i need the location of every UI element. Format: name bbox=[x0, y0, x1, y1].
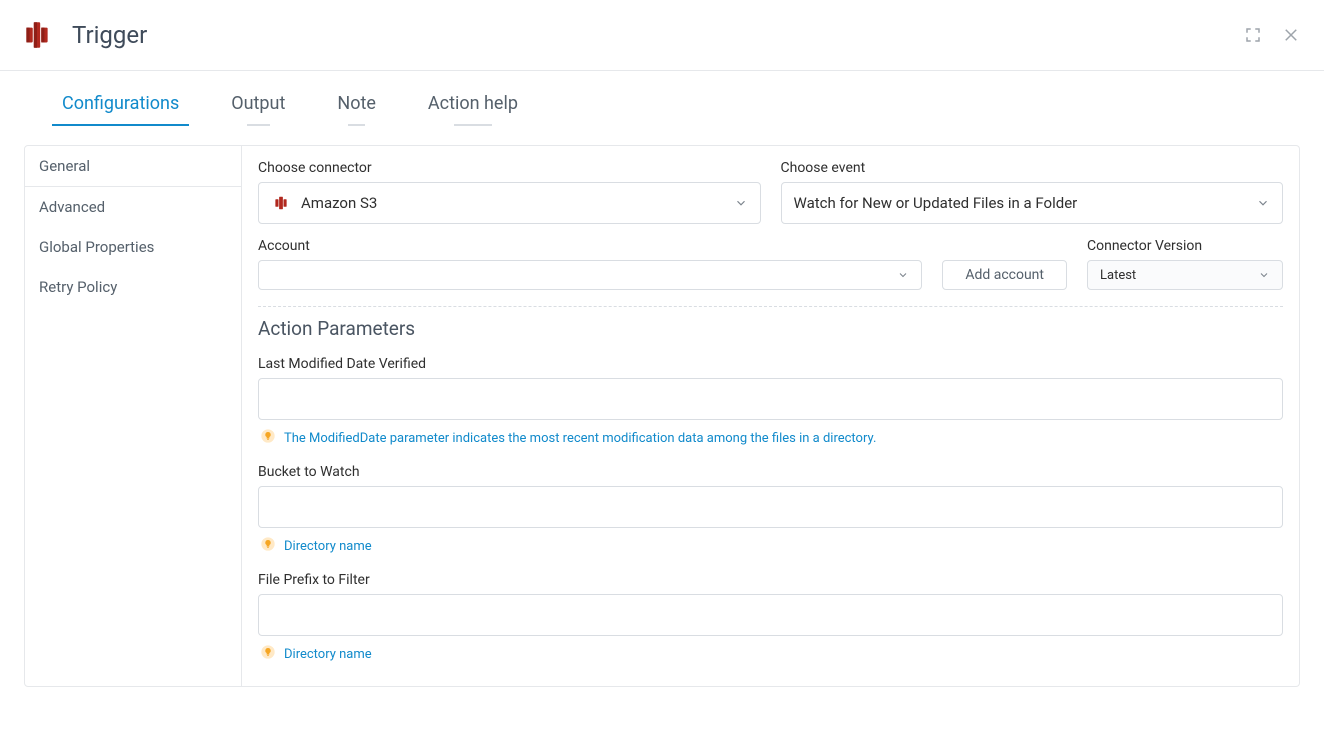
param-file-prefix: File Prefix to Filter Directory name bbox=[258, 572, 1283, 664]
event-label: Choose event bbox=[781, 160, 1284, 176]
amazon-s3-icon bbox=[271, 193, 291, 213]
param-input[interactable] bbox=[259, 595, 1282, 635]
param-input-file-prefix[interactable] bbox=[258, 594, 1283, 636]
add-account-button[interactable]: Add account bbox=[942, 260, 1067, 290]
chevron-down-icon bbox=[897, 269, 909, 281]
param-label: Bucket to Watch bbox=[258, 464, 1283, 480]
version-value: Latest bbox=[1100, 268, 1136, 283]
tab-action-help[interactable]: Action help bbox=[426, 83, 520, 126]
hint-text: The ModifiedDate parameter indicates the… bbox=[284, 431, 876, 446]
sidebar-item-label: General bbox=[39, 157, 90, 175]
event-select[interactable]: Watch for New or Updated Files in a Fold… bbox=[781, 182, 1284, 224]
section-divider bbox=[258, 306, 1283, 307]
chevron-down-icon bbox=[1258, 269, 1270, 281]
account-label: Account bbox=[258, 238, 922, 254]
param-input-bucket[interactable] bbox=[258, 486, 1283, 528]
connector-select[interactable]: Amazon S3 bbox=[258, 182, 761, 224]
param-bucket: Bucket to Watch Directory name bbox=[258, 464, 1283, 556]
tab-label: Output bbox=[231, 93, 285, 114]
add-account-label: Add account bbox=[965, 267, 1044, 283]
tabs: Configurations Output Note Action help bbox=[0, 83, 1324, 127]
account-select[interactable] bbox=[258, 260, 922, 290]
sidebar-item-label: Retry Policy bbox=[39, 278, 117, 296]
param-input-last-modified[interactable] bbox=[258, 378, 1283, 420]
hint-row: Directory name bbox=[258, 644, 1283, 664]
expand-icon[interactable] bbox=[1244, 26, 1262, 44]
header-right bbox=[1244, 26, 1300, 44]
event-col: Choose event Watch for New or Updated Fi… bbox=[781, 160, 1284, 224]
lightbulb-icon bbox=[260, 536, 276, 556]
row-account: Account Add account Connector Version La… bbox=[258, 238, 1283, 290]
chevron-down-icon bbox=[1256, 196, 1270, 210]
content: General Advanced Global Properties Retry… bbox=[0, 127, 1324, 699]
hint-text: Directory name bbox=[284, 647, 372, 662]
main-panel: Choose connector Amazon S3 bbox=[242, 145, 1300, 687]
section-title: Action Parameters bbox=[258, 317, 1283, 340]
sidebar-item-label: Global Properties bbox=[39, 238, 154, 256]
sidebar-item-retry-policy[interactable]: Retry Policy bbox=[25, 267, 241, 307]
version-label: Connector Version bbox=[1087, 238, 1283, 254]
tab-note[interactable]: Note bbox=[335, 83, 378, 126]
param-last-modified: Last Modified Date Verified The Modified… bbox=[258, 356, 1283, 448]
sidebar: General Advanced Global Properties Retry… bbox=[24, 145, 242, 687]
connector-label: Choose connector bbox=[258, 160, 761, 176]
dialog-header: Trigger bbox=[0, 0, 1324, 71]
sidebar-item-label: Advanced bbox=[39, 198, 105, 216]
connector-col: Choose connector Amazon S3 bbox=[258, 160, 761, 224]
version-col: Connector Version Latest bbox=[1087, 238, 1283, 290]
event-value: Watch for New or Updated Files in a Fold… bbox=[794, 194, 1078, 212]
param-label: Last Modified Date Verified bbox=[258, 356, 1283, 372]
lightbulb-icon bbox=[260, 644, 276, 664]
add-account-col: Add account bbox=[942, 240, 1067, 290]
version-select[interactable]: Latest bbox=[1087, 260, 1283, 290]
param-input[interactable] bbox=[259, 487, 1282, 527]
sidebar-item-global-properties[interactable]: Global Properties bbox=[25, 227, 241, 267]
sidebar-item-general[interactable]: General bbox=[25, 146, 241, 187]
chevron-down-icon bbox=[734, 196, 748, 210]
tab-label: Action help bbox=[428, 93, 518, 114]
param-input[interactable] bbox=[259, 379, 1282, 419]
tab-label: Configurations bbox=[62, 93, 179, 114]
lightbulb-icon bbox=[260, 428, 276, 448]
trigger-icon bbox=[20, 18, 54, 52]
hint-row: The ModifiedDate parameter indicates the… bbox=[258, 428, 1283, 448]
connector-value: Amazon S3 bbox=[301, 194, 377, 212]
header-left: Trigger bbox=[20, 18, 147, 52]
row-connector-event: Choose connector Amazon S3 bbox=[258, 160, 1283, 224]
hint-row: Directory name bbox=[258, 536, 1283, 556]
tab-output[interactable]: Output bbox=[229, 83, 287, 126]
close-icon[interactable] bbox=[1282, 26, 1300, 44]
hint-text: Directory name bbox=[284, 539, 372, 554]
account-col: Account bbox=[258, 238, 922, 290]
dialog-title: Trigger bbox=[72, 21, 147, 49]
sidebar-item-advanced[interactable]: Advanced bbox=[25, 187, 241, 227]
tab-label: Note bbox=[337, 93, 376, 114]
tab-configurations[interactable]: Configurations bbox=[60, 83, 181, 126]
param-label: File Prefix to Filter bbox=[258, 572, 1283, 588]
